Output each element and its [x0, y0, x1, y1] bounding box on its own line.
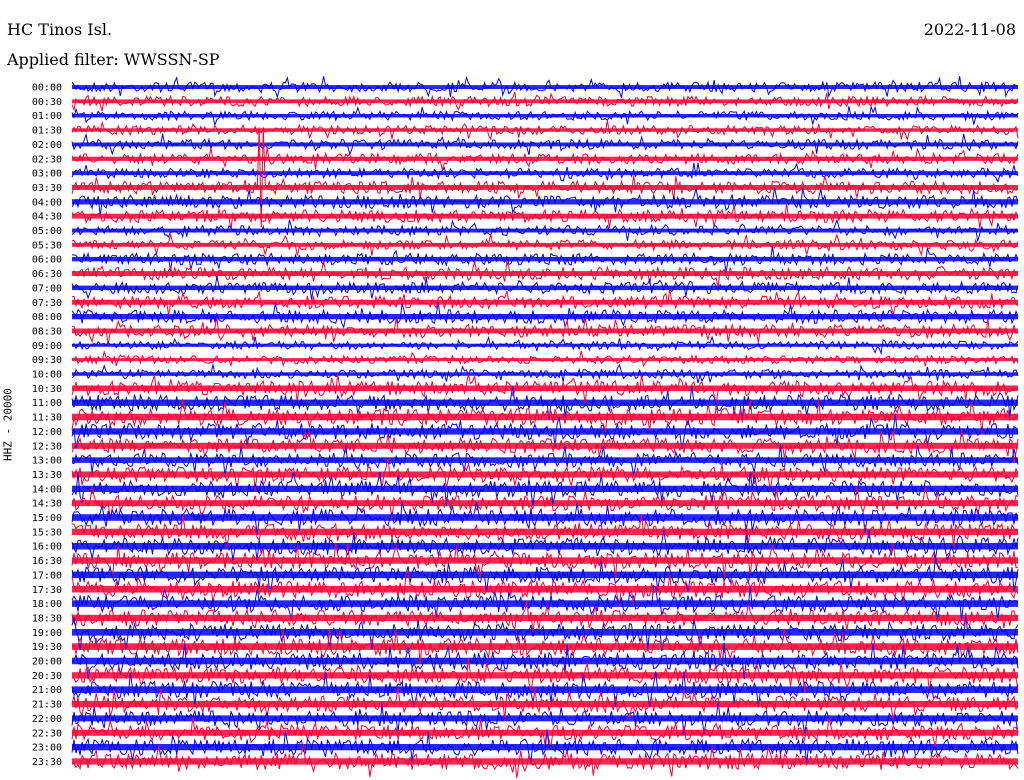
- row-time-label: 09:00: [32, 341, 62, 352]
- row-time-label: 16:00: [32, 542, 62, 553]
- row-time-label: 01:00: [32, 111, 62, 122]
- row-time-label: 09:30: [32, 355, 62, 366]
- row-time-label: 02:00: [32, 140, 62, 151]
- row-time-label: 11:00: [32, 398, 62, 409]
- row-time-label: 00:30: [32, 97, 62, 108]
- row-time-label: 16:30: [32, 556, 62, 567]
- row-time-label: 17:00: [32, 570, 62, 581]
- row-time-label: 18:00: [32, 599, 62, 610]
- trace-band: [72, 343, 1018, 347]
- row-time-label: 13:30: [32, 470, 62, 481]
- row-time-label: 20:00: [32, 657, 62, 668]
- row-time-label: 10:00: [32, 370, 62, 381]
- row-time-label: 15:00: [32, 513, 62, 524]
- row-time-label: 03:00: [32, 169, 62, 180]
- row-label-group: 00:00 00:30 01:00 01:30 02:00 02:30 03:00 03:30…: [32, 83, 62, 768]
- row-time-label: 06:30: [32, 269, 62, 280]
- row-time-label: 20:30: [32, 671, 62, 682]
- row-time-label: 03:30: [32, 183, 62, 194]
- helicorder-plot: 00:00 00:30 01:00 01:30 02:00 02:30 03:00 03:30…: [32, 75, 1019, 779]
- row-time-label: 07:30: [32, 298, 62, 309]
- row-time-label: 08:00: [32, 312, 62, 323]
- row-time-label: 02:30: [32, 154, 62, 165]
- row-time-label: 04:30: [32, 212, 62, 223]
- row-time-label: 23:00: [32, 743, 62, 754]
- row-time-label: 05:00: [32, 226, 62, 237]
- row-time-label: 22:30: [32, 728, 62, 739]
- row-time-label: 21:30: [32, 700, 62, 711]
- row-time-label: 13:00: [32, 456, 62, 467]
- row-time-label: 18:30: [32, 613, 62, 624]
- row-time-label: 22:00: [32, 714, 62, 725]
- row-time-label: 23:30: [32, 757, 62, 768]
- row-time-label: 08:30: [32, 326, 62, 337]
- row-time-label: 14:00: [32, 484, 62, 495]
- row-time-label: 06:00: [32, 255, 62, 266]
- row-time-label: 07:00: [32, 283, 62, 294]
- row-time-label: 01:30: [32, 126, 62, 137]
- row-time-label: 15:30: [32, 527, 62, 538]
- row-time-label: 11:30: [32, 413, 62, 424]
- row-time-label: 12:30: [32, 441, 62, 452]
- row-time-label: 10:30: [32, 384, 62, 395]
- trace-group: [71, 75, 1019, 779]
- trace-band: [72, 557, 1018, 564]
- trace-band: [72, 114, 1018, 118]
- row-time-label: 04:00: [32, 197, 62, 208]
- row-time-label: 21:00: [32, 685, 62, 696]
- row-time-label: 00:00: [32, 83, 62, 94]
- row-time-label: 19:30: [32, 642, 62, 653]
- row-time-label: 17:30: [32, 585, 62, 596]
- row-time-label: 19:00: [32, 628, 62, 639]
- row-time-label: 05:30: [32, 240, 62, 251]
- row-time-label: 14:30: [32, 499, 62, 510]
- row-time-label: 12:00: [32, 427, 62, 438]
